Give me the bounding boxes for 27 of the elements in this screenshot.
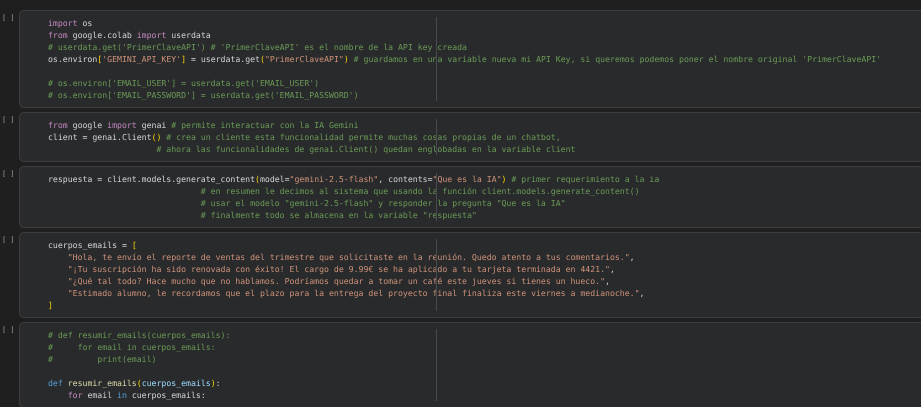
code-line: # print(email) (48, 353, 156, 365)
code-line: "¡Tu suscripción ha sido renovada con éxito! El cargo de 9.99€ se ha aplicado a tu tarjeta terminada en 4421.", (66, 263, 615, 275)
code-line: # def resumir_emails(cuerpos_emails): (48, 329, 230, 341)
code-cell[interactable] (19, 112, 921, 162)
code-line: # ahora las funcionalidades de genai.Client() quedan englobadas en la variable client (155, 143, 576, 155)
code-line: # os.environ['EMAIL_USER'] = userdata.get('EMAIL_USER') (48, 77, 320, 89)
code-line: # finalmente todo se almacena en la variable "respuesta" (200, 209, 477, 221)
code-line: cuerpos_emails = [ (48, 239, 137, 251)
code-line: for email in cuerpos_emails: (66, 389, 206, 401)
code-line: respuesta = client.models.generate_content(model="gemini-2.5-flash", contents="Que es la IA") # primer requerimiento a la ia (48, 173, 660, 185)
code-line: ] (48, 299, 53, 311)
code-cell[interactable]: # def resumir_emails(cuerpos_emails): # for email in cuerpos_emails: # print(email) def resumir_emails(cuerpos_emails): for email in cuerpos_emails: (19, 322, 921, 407)
code-line: "¿Qué tal todo? Hace mucho que no hablamos. Podríamos quedar a tomar un café este jueves si tienes un hueco.", (66, 275, 610, 287)
code-line: "Hola, te envío el reporte de ventas del trimestre que solicitaste en la reunión. Quedo atento a tus comentarios.", (66, 251, 635, 263)
code-line: "Estimado alumno, le recordamos que el plazo para la entrega del proyecto final finaliza este viernes a medianoche.", (66, 287, 644, 299)
code-line: # for email in cuerpos_emails: (48, 341, 216, 353)
code-line: from google.colab import userdata (48, 29, 211, 41)
code-line: def resumir_emails(cuerpos_emails): (48, 377, 221, 389)
code-line: client = genai.Client() # crea un cliente esta funcionalidad permite muchas cosas propias de un chatbot, (48, 131, 561, 143)
code-cell[interactable] (19, 166, 921, 228)
code-cell[interactable] (19, 232, 921, 318)
code-line: # userdata.get('PrimerClaveAPI') # 'PrimerClaveAPI' es el nombre de la API key creada (48, 41, 467, 53)
code-line: import os (48, 17, 92, 29)
code-cell[interactable] (19, 10, 921, 108)
code-line: from google import genai # permite interactuar con la IA Gemini (48, 119, 359, 131)
code-line: # usar el modelo "gemini-2.5-flash" y responder la pregunta "Que es la IA" (200, 197, 566, 209)
code-line: # os.environ['EMAIL_PASSWORD'] = userdata.get('EMAIL_PASSWORD') (48, 89, 359, 101)
